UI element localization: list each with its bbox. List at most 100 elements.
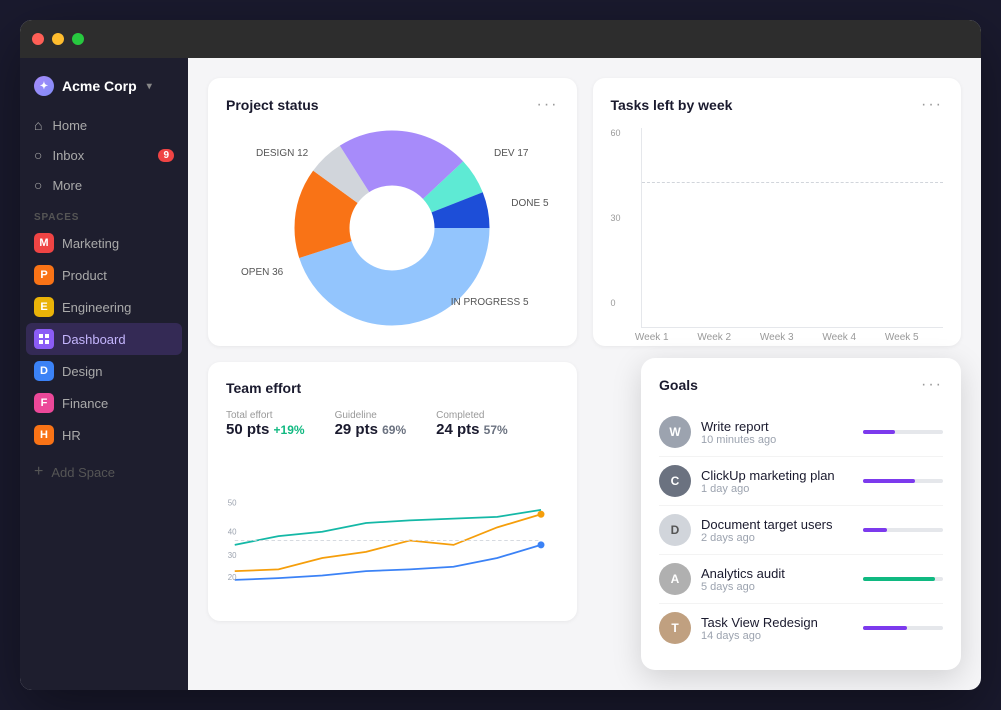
space-label: Design bbox=[62, 364, 102, 379]
bar-chart: 60 30 0 bbox=[611, 128, 944, 328]
total-effort-value: 50 pts +19% bbox=[226, 421, 305, 438]
pie-label-design: DESIGN 12 bbox=[256, 148, 308, 159]
app-window: ✦ Acme Corp ▾ ⌂ Home ○ Inbox 9 ○ More Sp… bbox=[20, 20, 981, 690]
goal-progress-1 bbox=[863, 430, 943, 434]
goal-time-4: 5 days ago bbox=[701, 581, 853, 593]
goal-name-5: Task View Redesign bbox=[701, 615, 853, 630]
sidebar-item-more[interactable]: ○ More bbox=[20, 170, 188, 200]
goal-name-1: Write report bbox=[701, 419, 853, 434]
goal-item-5: T Task View Redesign 14 days ago bbox=[659, 604, 943, 652]
goal-progress-5 bbox=[863, 626, 943, 630]
space-label: Product bbox=[62, 268, 107, 283]
goal-progress-4 bbox=[863, 577, 943, 581]
tasks-more-button[interactable]: ··· bbox=[921, 96, 943, 114]
goal-info-5: Task View Redesign 14 days ago bbox=[701, 615, 853, 642]
sidebar-item-label: More bbox=[52, 178, 82, 193]
goal-avatar-4: A bbox=[659, 563, 691, 595]
goal-name-3: Document target users bbox=[701, 517, 853, 532]
add-space-label: Add Space bbox=[51, 465, 115, 480]
space-label: Marketing bbox=[62, 236, 119, 251]
goal-avatar-1: W bbox=[659, 416, 691, 448]
add-space-button[interactable]: + Add Space bbox=[20, 455, 188, 489]
project-status-more-button[interactable]: ··· bbox=[537, 96, 559, 114]
sidebar-item-product[interactable]: P Product bbox=[20, 259, 188, 291]
y-label-60: 60 bbox=[611, 128, 621, 138]
plus-icon: + bbox=[34, 463, 43, 481]
space-dot-product: P bbox=[34, 265, 54, 285]
sidebar-item-finance[interactable]: F Finance bbox=[20, 387, 188, 419]
pie-chart: DEV 17 DONE 5 IN PROGRESS 5 OPEN 36 DESI bbox=[226, 128, 559, 328]
sidebar-item-engineering[interactable]: E Engineering bbox=[20, 291, 188, 323]
card-header-effort: Team effort bbox=[226, 380, 559, 396]
project-status-card: Project status ··· bbox=[208, 78, 577, 346]
goal-progress-2 bbox=[863, 479, 943, 483]
minimize-button[interactable] bbox=[52, 33, 64, 45]
goal-time-2: 1 day ago bbox=[701, 483, 853, 495]
team-effort-card: Team effort Total effort 50 pts +19% Gui… bbox=[208, 362, 577, 621]
space-dot-dashboard bbox=[34, 329, 54, 349]
sidebar-item-inbox[interactable]: ○ Inbox 9 bbox=[20, 140, 188, 170]
goal-time-1: 10 minutes ago bbox=[701, 434, 853, 446]
goal-item-1: W Write report 10 minutes ago bbox=[659, 408, 943, 457]
brand[interactable]: ✦ Acme Corp ▾ bbox=[20, 68, 188, 110]
maximize-button[interactable] bbox=[72, 33, 84, 45]
close-button[interactable] bbox=[32, 33, 44, 45]
sidebar-item-hr[interactable]: H HR bbox=[20, 419, 188, 451]
brand-name: Acme Corp bbox=[62, 78, 137, 94]
space-dot-finance: F bbox=[34, 393, 54, 413]
pie-label-done: DONE 5 bbox=[511, 198, 548, 209]
inbox-icon: ○ bbox=[34, 147, 42, 163]
inbox-badge: 9 bbox=[158, 149, 174, 162]
y-label-30: 30 bbox=[611, 213, 621, 223]
sidebar: ✦ Acme Corp ▾ ⌂ Home ○ Inbox 9 ○ More Sp… bbox=[20, 58, 188, 690]
tasks-by-week-card: Tasks left by week ··· 60 30 0 bbox=[593, 78, 962, 346]
team-effort-title: Team effort bbox=[226, 380, 301, 396]
space-dot-design: D bbox=[34, 361, 54, 381]
goal-time-3: 2 days ago bbox=[701, 532, 853, 544]
goal-info-1: Write report 10 minutes ago bbox=[701, 419, 853, 446]
app-body: ✦ Acme Corp ▾ ⌂ Home ○ Inbox 9 ○ More Sp… bbox=[20, 58, 981, 690]
sidebar-item-label: Inbox bbox=[52, 148, 84, 163]
goal-name-4: Analytics audit bbox=[701, 566, 853, 581]
pie-label-open: OPEN 36 bbox=[241, 267, 283, 278]
svg-text:40: 40 bbox=[228, 527, 237, 536]
home-icon: ⌂ bbox=[34, 117, 42, 133]
goals-title: Goals bbox=[659, 377, 698, 393]
effort-stat-completed: Completed 24 pts 57% bbox=[436, 410, 508, 438]
sidebar-item-home[interactable]: ⌂ Home bbox=[20, 110, 188, 140]
completed-label: Completed bbox=[436, 410, 508, 421]
space-label: Dashboard bbox=[62, 332, 126, 347]
svg-text:20: 20 bbox=[228, 573, 237, 582]
project-status-title: Project status bbox=[226, 97, 319, 113]
goal-progress-3 bbox=[863, 528, 943, 532]
sidebar-item-label: Home bbox=[52, 118, 87, 133]
sidebar-item-marketing[interactable]: M Marketing bbox=[20, 227, 188, 259]
space-label: HR bbox=[62, 428, 81, 443]
chevron-down-icon: ▾ bbox=[147, 81, 152, 92]
brand-icon: ✦ bbox=[34, 76, 54, 96]
goal-item-3: D Document target users 2 days ago bbox=[659, 506, 943, 555]
goal-item-2: C ClickUp marketing plan 1 day ago bbox=[659, 457, 943, 506]
space-label: Engineering bbox=[62, 300, 131, 315]
space-label: Finance bbox=[62, 396, 108, 411]
svg-text:30: 30 bbox=[228, 551, 237, 560]
content-area: Project status ··· bbox=[188, 58, 981, 690]
line-chart-svg: 50 40 30 20 bbox=[226, 448, 559, 598]
total-effort-label: Total effort bbox=[226, 410, 305, 421]
sidebar-item-design[interactable]: D Design bbox=[20, 355, 188, 387]
goals-card-header: Goals ··· bbox=[659, 376, 943, 394]
goal-info-2: ClickUp marketing plan 1 day ago bbox=[701, 468, 853, 495]
goal-info-3: Document target users 2 days ago bbox=[701, 517, 853, 544]
pie-label-inprogress: IN PROGRESS 5 bbox=[451, 297, 529, 308]
effort-stat-guideline: Guideline 29 pts 69% bbox=[335, 410, 407, 438]
sidebar-item-dashboard[interactable]: Dashboard bbox=[26, 323, 182, 355]
space-dot-engineering: E bbox=[34, 297, 54, 317]
goal-info-4: Analytics audit 5 days ago bbox=[701, 566, 853, 593]
card-header-tasks: Tasks left by week ··· bbox=[611, 96, 944, 114]
guideline-value: 29 pts 69% bbox=[335, 421, 407, 438]
goals-more-button[interactable]: ··· bbox=[921, 376, 943, 394]
goal-avatar-5: T bbox=[659, 612, 691, 644]
goal-avatar-3: D bbox=[659, 514, 691, 546]
x-label-week1: Week 1 bbox=[635, 332, 669, 343]
y-label-0: 0 bbox=[611, 298, 621, 308]
